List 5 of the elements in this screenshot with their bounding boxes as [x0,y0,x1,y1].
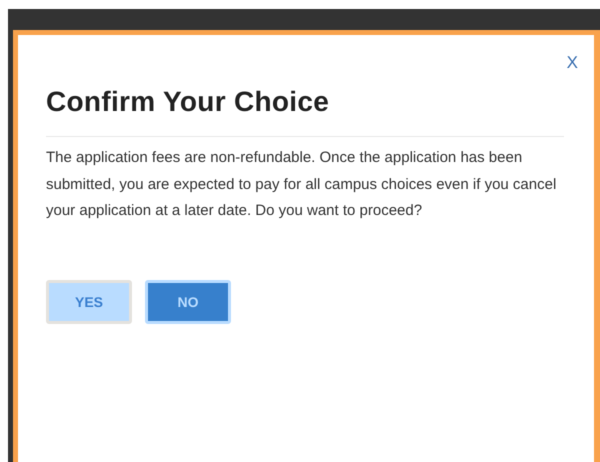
dialog-title: Confirm Your Choice [46,86,330,118]
dialog-button[interactable]: YES [46,280,132,324]
dialog-message: The application fees are non-refundable. Once the application has been submitted, you are expected to pay for all campus choices even if you cancel your application at a later date. Do you want to proceed? [46,148,558,221]
close-button[interactable]: X [566,52,578,74]
dialog-button[interactable]: NO [145,280,231,324]
